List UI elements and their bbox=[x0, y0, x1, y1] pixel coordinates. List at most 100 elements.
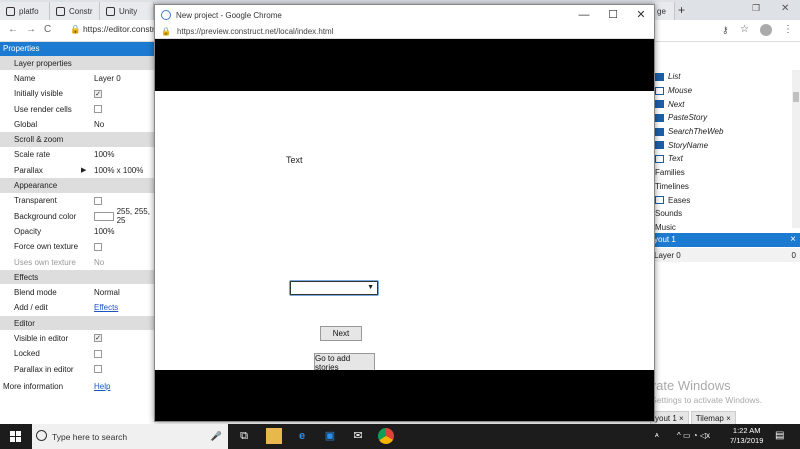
checkbox[interactable] bbox=[94, 196, 102, 205]
section-header[interactable]: Scroll & zoom bbox=[0, 132, 160, 148]
menu-icon[interactable]: ⋮ bbox=[783, 24, 793, 35]
construct-icon bbox=[56, 6, 65, 16]
property-value[interactable]: ✓ bbox=[93, 87, 160, 101]
property-row: Parallax ▶ 100% x 100% bbox=[0, 163, 160, 179]
effects-link[interactable]: Effects bbox=[94, 303, 118, 312]
property-label: Global bbox=[0, 117, 93, 132]
tree-item-label: StoryName bbox=[668, 140, 709, 150]
checkbox[interactable]: ✓ bbox=[94, 89, 102, 98]
checkbox[interactable] bbox=[94, 365, 102, 374]
avatar[interactable] bbox=[760, 24, 772, 36]
property-value[interactable] bbox=[93, 362, 160, 376]
checkbox[interactable] bbox=[94, 242, 102, 251]
tree-item[interactable]: StoryName bbox=[650, 138, 800, 152]
chrome-icon[interactable] bbox=[378, 428, 394, 444]
search-icon bbox=[36, 430, 47, 441]
section-header[interactable]: Layer properties bbox=[0, 56, 160, 72]
tree-item[interactable]: PasteStory bbox=[650, 111, 800, 125]
maximize-button[interactable]: ☐ bbox=[599, 7, 627, 23]
close-button[interactable]: ✕ bbox=[627, 7, 655, 23]
section-header[interactable]: Effects bbox=[0, 270, 160, 286]
property-row: Add / edit Effects bbox=[0, 300, 160, 317]
clock[interactable]: 1:22 AM 7/13/2019 bbox=[730, 426, 763, 446]
start-button[interactable] bbox=[10, 431, 22, 443]
taskbar-search[interactable]: Type here to search 🎤 bbox=[32, 424, 228, 449]
mail-icon[interactable]: ✉ bbox=[350, 428, 366, 444]
key-icon[interactable]: ⚷ bbox=[722, 25, 729, 36]
color-swatch[interactable] bbox=[94, 211, 114, 221]
restore-icon[interactable]: ❐ bbox=[752, 3, 760, 14]
next-button[interactable]: Next bbox=[320, 326, 362, 341]
property-value[interactable]: 100% bbox=[93, 148, 160, 162]
section-header[interactable]: Appearance bbox=[0, 178, 160, 194]
property-value[interactable]: Effects bbox=[93, 301, 160, 315]
tree-item[interactable]: Next bbox=[650, 97, 800, 111]
mouse-icon bbox=[655, 86, 664, 95]
checkbox[interactable] bbox=[94, 105, 102, 114]
property-value[interactable]: 100% x 100% bbox=[93, 163, 160, 177]
close-icon[interactable]: ✕ bbox=[781, 3, 789, 14]
property-value[interactable] bbox=[93, 347, 160, 361]
property-value[interactable]: No bbox=[93, 255, 160, 269]
property-value[interactable]: 255, 255, 25 bbox=[93, 207, 160, 225]
browser-tab[interactable]: Unity bbox=[100, 2, 154, 20]
notifications-icon[interactable]: ▤ bbox=[775, 430, 784, 441]
person-icon[interactable]: ᴬ bbox=[655, 432, 659, 441]
property-value[interactable] bbox=[93, 194, 160, 208]
tree-item[interactable]: Families bbox=[650, 166, 800, 180]
reload-icon[interactable]: C bbox=[44, 24, 51, 35]
back-icon[interactable]: ← bbox=[8, 24, 18, 35]
expand-icon[interactable]: ▶ bbox=[81, 166, 86, 174]
more-information-label: More information bbox=[3, 381, 64, 391]
file-explorer-icon[interactable] bbox=[266, 428, 282, 444]
property-value[interactable]: Normal bbox=[93, 285, 160, 299]
minimize-button[interactable]: — bbox=[570, 7, 598, 23]
edge-icon[interactable]: e bbox=[294, 428, 310, 444]
tree-item[interactable]: Timelines bbox=[650, 180, 800, 194]
task-view-icon[interactable]: ⧉ bbox=[236, 428, 252, 444]
help-link[interactable]: Help bbox=[94, 382, 110, 391]
property-label: Initially visible bbox=[0, 86, 93, 101]
browser-tab[interactable]: Constr bbox=[50, 2, 100, 20]
property-row: Use render cells bbox=[0, 101, 160, 118]
property-row: Blend mode Normal bbox=[0, 285, 160, 301]
microphone-icon[interactable]: 🎤 bbox=[211, 431, 222, 442]
list-dropdown[interactable]: ▼ bbox=[289, 280, 379, 296]
browser-tab[interactable]: platfo bbox=[0, 2, 50, 20]
property-value[interactable] bbox=[93, 102, 160, 116]
tree-item[interactable]: Eases bbox=[650, 193, 800, 207]
tray-icons[interactable]: ^ ▭ ◔ ◁x bbox=[677, 431, 710, 440]
browser-tab[interactable]: ge bbox=[655, 2, 675, 20]
property-label: Locked bbox=[0, 346, 93, 361]
game-canvas[interactable]: Text ▼ Next Go to add stories bbox=[155, 91, 654, 372]
tree-item[interactable]: Mouse bbox=[650, 84, 800, 98]
tree-item[interactable]: SearchTheWeb bbox=[650, 125, 800, 139]
scrollbar[interactable] bbox=[792, 70, 800, 228]
star-icon[interactable]: ☆ bbox=[740, 24, 749, 35]
section-header[interactable]: Editor bbox=[0, 316, 160, 332]
tree-item-label: Music bbox=[655, 222, 676, 232]
address-bar[interactable]: 🔒 https://editor.constr bbox=[70, 24, 155, 35]
property-value[interactable]: 100% bbox=[93, 224, 160, 238]
tree-item-label: List bbox=[668, 72, 681, 82]
property-value[interactable] bbox=[93, 240, 160, 254]
popup-address-bar[interactable]: 🔒 https://preview.construct.net/local/in… bbox=[155, 25, 654, 39]
forward-icon[interactable]: → bbox=[26, 24, 36, 35]
property-value[interactable]: ✓ bbox=[93, 331, 160, 345]
property-value-text: No bbox=[94, 119, 105, 129]
checkbox[interactable]: ✓ bbox=[94, 334, 102, 343]
tree-item[interactable]: Sounds bbox=[650, 207, 800, 221]
taskbar: Type here to search 🎤 ⧉ e ▣ ✉ ᴬ ^ ▭ ◔ ◁x… bbox=[0, 424, 800, 449]
tree-item[interactable]: Text bbox=[650, 152, 800, 166]
layer-row[interactable]: Layer 0 0 bbox=[650, 248, 800, 262]
tree-item[interactable]: List bbox=[650, 70, 800, 84]
close-icon[interactable]: × bbox=[790, 234, 796, 245]
property-label: Background color bbox=[0, 208, 93, 224]
property-value[interactable]: No bbox=[93, 117, 160, 131]
preview-window: New project - Google Chrome — ☐ ✕ 🔒 http… bbox=[154, 4, 655, 422]
property-value[interactable]: Layer 0 bbox=[93, 71, 160, 85]
store-icon[interactable]: ▣ bbox=[322, 428, 338, 444]
new-tab-button[interactable]: + bbox=[678, 3, 685, 17]
textbox-icon bbox=[655, 113, 664, 122]
checkbox[interactable] bbox=[94, 349, 102, 358]
